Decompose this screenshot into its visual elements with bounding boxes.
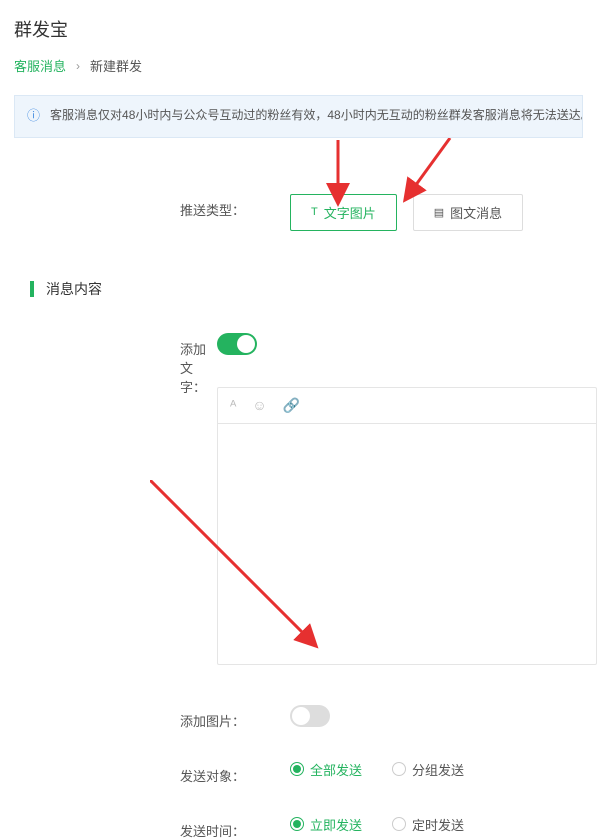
article-icon: ▤ <box>434 206 444 219</box>
add-image-row: 添加图片： <box>180 705 597 730</box>
section-bar <box>30 281 34 297</box>
push-type-text-image-button[interactable]: T文字图片 <box>290 194 397 231</box>
text-editor: ᴬ ☺ 🔗 <box>217 387 597 665</box>
chevron-right-icon: › <box>76 59 80 73</box>
send-time-row: 发送时间： 立即发送 定时发送 <box>180 815 597 840</box>
alert-text: 客服消息仅对48小时内与公众号互动过的粉丝有效，48小时内无互动的粉丝群发客服消… <box>50 106 583 125</box>
target-group-radio[interactable]: 分组发送 <box>392 760 464 779</box>
send-time-label: 发送时间： <box>180 815 290 840</box>
editor-textarea[interactable] <box>218 424 596 664</box>
emoji-icon[interactable]: ☺ <box>252 397 266 413</box>
breadcrumb: 客服消息 › 新建群发 <box>0 56 597 95</box>
send-target-label: 发送对象： <box>180 760 290 785</box>
target-all-radio[interactable]: 全部发送 <box>290 760 362 779</box>
push-type-article-button[interactable]: ▤图文消息 <box>413 194 523 231</box>
push-type-label: 推送类型： <box>180 194 290 219</box>
add-text-toggle[interactable] <box>217 333 257 355</box>
time-scheduled-radio[interactable]: 定时发送 <box>392 815 464 834</box>
section-header-content: 消息内容 <box>30 279 597 299</box>
push-type-row: 推送类型： T文字图片 ▤图文消息 <box>180 194 597 231</box>
section-title: 消息内容 <box>46 279 102 299</box>
send-target-row: 发送对象： 全部发送 分组发送 <box>180 760 597 785</box>
add-text-row: 添加文字： ᴬ ☺ 🔗 <box>180 333 597 665</box>
time-now-radio[interactable]: 立即发送 <box>290 815 362 834</box>
text-icon: T <box>311 206 318 218</box>
mention-icon[interactable]: ᴬ <box>230 397 236 413</box>
add-image-label: 添加图片： <box>180 705 290 730</box>
add-image-toggle[interactable] <box>290 705 330 727</box>
alert-banner: ⓘ 客服消息仅对48小时内与公众号互动过的粉丝有效，48小时内无互动的粉丝群发客… <box>14 95 583 138</box>
breadcrumb-link[interactable]: 客服消息 <box>14 56 66 75</box>
info-icon: ⓘ <box>27 106 40 127</box>
link-icon[interactable]: 🔗 <box>283 397 300 414</box>
editor-toolbar: ᴬ ☺ 🔗 <box>218 388 596 424</box>
page-title: 群发宝 <box>0 0 597 56</box>
breadcrumb-current: 新建群发 <box>90 56 142 75</box>
add-text-label: 添加文字： <box>180 333 217 396</box>
